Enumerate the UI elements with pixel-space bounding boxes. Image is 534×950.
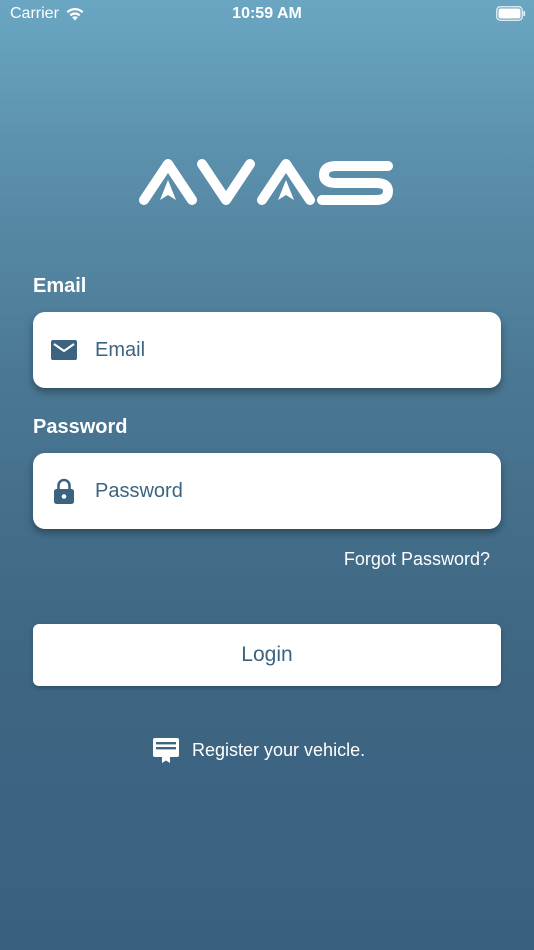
- register-vehicle-link[interactable]: Register your vehicle.: [152, 736, 365, 764]
- id-card-icon: [153, 738, 179, 763]
- password-field-container[interactable]: [33, 453, 501, 529]
- status-bar: Carrier 10:59 AM: [0, 0, 534, 28]
- password-input[interactable]: [95, 453, 485, 529]
- password-label: Password: [33, 416, 128, 438]
- register-vehicle-label: Register your vehicle.: [192, 739, 366, 760]
- login-button[interactable]: Login: [33, 624, 501, 686]
- battery-icon: [496, 6, 526, 21]
- email-input[interactable]: [95, 312, 485, 388]
- email-field-container[interactable]: [33, 312, 501, 388]
- avas-logo: [139, 159, 393, 205]
- status-time: 10:59 AM: [232, 5, 302, 22]
- envelope-icon: [51, 340, 77, 360]
- forgot-password-link[interactable]: Forgot Password?: [344, 549, 490, 570]
- email-label: Email: [33, 275, 87, 297]
- lock-icon: [54, 478, 74, 504]
